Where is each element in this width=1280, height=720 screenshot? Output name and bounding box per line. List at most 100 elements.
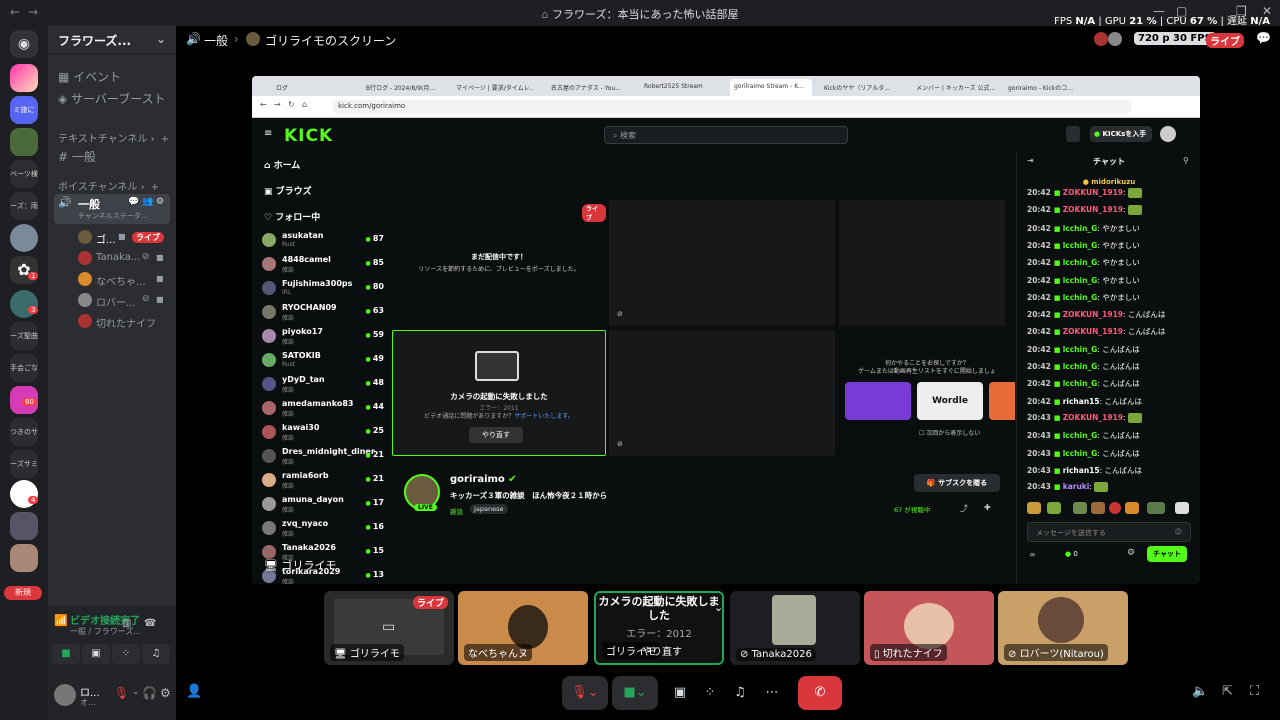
camera-error-tile[interactable]: カメラの起動に失敗しました エラー：2011 ビデオ通話に問題がありますか？サポ… bbox=[392, 330, 606, 456]
browser-tab[interactable]: Robert2525 Stream bbox=[640, 79, 720, 96]
gear-icon[interactable]: ⚙ bbox=[1127, 548, 1135, 558]
close-icon[interactable]: ✕ bbox=[1262, 4, 1272, 18]
more-icon[interactable]: ⋯ bbox=[758, 676, 786, 710]
server-header[interactable]: フラワーズ... ⌄ bbox=[48, 26, 176, 54]
server-icon[interactable] bbox=[10, 64, 38, 92]
following-item[interactable]: amuna_dayon 雑談 17 bbox=[260, 494, 384, 516]
following-item[interactable]: Fujishima300psIRL 80 bbox=[260, 278, 384, 300]
gear-icon[interactable]: ⚙ bbox=[156, 197, 164, 207]
server-icon[interactable] bbox=[10, 128, 38, 156]
noise-icon[interactable]: ▥ bbox=[122, 618, 131, 629]
server-icon[interactable] bbox=[10, 512, 38, 540]
chat-user[interactable]: richan15 bbox=[1063, 397, 1100, 406]
add-channel-icon[interactable]: + bbox=[161, 134, 169, 145]
chat-message[interactable]: 20:43 ■ lcchin_G: こんばんは bbox=[1027, 430, 1140, 441]
fullscreen-icon[interactable]: ⛶ bbox=[1250, 684, 1259, 699]
following-item[interactable]: Dres_midnight_diner 雑談 21 bbox=[260, 446, 384, 468]
text-channel-general[interactable]: # 一般 bbox=[58, 148, 96, 165]
add-channel-icon[interactable]: + bbox=[151, 182, 159, 193]
participant-tile[interactable]: ライブ ▭ 🖥 ゴリライモ bbox=[324, 591, 454, 665]
following-item[interactable]: yDyD_tan 雑談 48 bbox=[260, 374, 384, 396]
participant-tile[interactable]: なべちゃんヌ bbox=[458, 591, 588, 665]
browser-tab[interactable]: マイページ | 要求/タイムレ... bbox=[452, 79, 534, 96]
chat-message[interactable]: 20:43 ■ richan15: こんばんは bbox=[1027, 465, 1142, 476]
boost-link[interactable]: ◈ サーバーブースト bbox=[58, 90, 166, 107]
soundboard-button[interactable]: ♫ bbox=[142, 644, 170, 664]
search-input[interactable]: ⌕ 検索 bbox=[604, 126, 848, 144]
camera-toggle[interactable]: ■ bbox=[52, 644, 80, 664]
participant-tile-speaking[interactable]: カメラの起動に失敗しました エラー：2012 ⌄ 👥 ゴリライモ やり直す bbox=[594, 591, 724, 665]
chat-user[interactable]: ZOKKUN_1919 bbox=[1063, 413, 1123, 422]
shared-screen[interactable]: ログ B行ログ - 2024/8/9(月... マイページ | 要求/タイムレ.… bbox=[252, 76, 1200, 584]
nav-following[interactable]: ♡ フォロー中 bbox=[264, 210, 320, 223]
maximize-icon[interactable]: ▢ bbox=[1176, 4, 1187, 18]
avatar[interactable] bbox=[1160, 126, 1176, 142]
chat-message[interactable]: 20:43 ■ karuki: bbox=[1027, 482, 1109, 493]
chat-user[interactable]: lcchin_G bbox=[1063, 449, 1098, 458]
chat-user[interactable]: lcchin_G bbox=[1063, 362, 1098, 371]
screen-share-button[interactable]: ▣ bbox=[666, 676, 694, 710]
popout-icon[interactable]: ⇱ bbox=[1222, 684, 1233, 699]
leave-call-button[interactable]: ✆ bbox=[798, 676, 842, 710]
game-card[interactable] bbox=[989, 382, 1015, 420]
chat-message[interactable]: 20:43 ■ ZOKKUN_1919: bbox=[1027, 412, 1142, 423]
nav-home[interactable]: ⌂ ホーム bbox=[264, 158, 300, 171]
activities-button[interactable]: ⁘ bbox=[696, 676, 724, 710]
add-person-icon[interactable]: 👤 bbox=[186, 684, 202, 699]
chat-message[interactable]: 20:42 ■ ZOKKUN_1919: bbox=[1027, 188, 1142, 198]
gear-icon[interactable]: ⚙ bbox=[160, 686, 171, 700]
forward-icon[interactable]: → bbox=[274, 100, 281, 109]
chat-user[interactable]: lcchin_G bbox=[1063, 345, 1098, 354]
server-icon[interactable]: 手会ごな bbox=[10, 354, 38, 382]
reload-icon[interactable]: ↻ bbox=[288, 100, 295, 109]
screen-share-button[interactable]: ▣ bbox=[82, 644, 110, 664]
chat-message[interactable]: 20:43 ■ lcchin_G: こんばんは bbox=[1027, 448, 1140, 459]
emote-icon[interactable] bbox=[1125, 502, 1139, 514]
chat-message[interactable]: 20:42 ■ lcchin_G: こんばんは bbox=[1027, 361, 1140, 372]
server-icon[interactable]: ベーツ様 bbox=[10, 160, 38, 188]
category-tag[interactable]: 雑談 bbox=[450, 506, 463, 516]
browser-tab-active[interactable]: gorilraimo Stream - K... bbox=[730, 79, 812, 96]
server-icon[interactable]: つきのサ bbox=[10, 418, 38, 446]
following-item[interactable]: asukatanRust 87 bbox=[260, 230, 384, 252]
home-icon[interactable]: ⌂ bbox=[302, 100, 307, 109]
server-icon[interactable]: ーズ：雨音 bbox=[10, 192, 38, 220]
chat-message[interactable]: 20:42 ■ richan15: こんばんは bbox=[1027, 396, 1142, 407]
signal-icon[interactable]: 📶 bbox=[54, 614, 68, 627]
chat-user[interactable]: lcchin_G bbox=[1063, 431, 1098, 440]
stream-preview-paused[interactable]: ライブ まだ配信中です！ リソースを節約するために、プレビューをポーズしました。 bbox=[392, 200, 606, 326]
chat-user[interactable]: lcchin_G bbox=[1063, 293, 1098, 302]
server-icon[interactable] bbox=[10, 544, 38, 572]
user-settings-icon[interactable]: ⚲ bbox=[1183, 156, 1189, 165]
back-icon[interactable]: ← bbox=[260, 100, 267, 109]
chat-message[interactable]: 20:42 ■ ZOKKUN_1919: こんばんは bbox=[1027, 326, 1165, 337]
server-icon[interactable]: ーズ聖曲 bbox=[10, 322, 38, 350]
participant-tile[interactable]: ⊘ ロバーツ(Nitarou) bbox=[998, 591, 1128, 665]
chat-user[interactable]: ZOKKUN_1919 bbox=[1063, 205, 1123, 214]
emote-icon[interactable] bbox=[1091, 502, 1105, 514]
language-tag[interactable]: Japanese bbox=[470, 504, 508, 514]
loop-icon[interactable]: ∞ bbox=[1029, 550, 1036, 559]
chat-send-button[interactable]: チャット bbox=[1147, 546, 1187, 562]
chat-message[interactable]: 20:42 ■ ZOKKUN_1919: bbox=[1027, 205, 1142, 216]
voice-user[interactable]: ゴ... ■ ライブ bbox=[78, 230, 174, 246]
emote-icon[interactable] bbox=[1047, 502, 1061, 514]
emote-icon[interactable] bbox=[1073, 502, 1087, 514]
chat-message[interactable]: 20:42 ■ lcchin_G: こんばんは bbox=[1027, 344, 1140, 355]
menu-icon[interactable]: ≡ bbox=[264, 128, 272, 139]
activities-button[interactable]: ⁘ bbox=[112, 644, 140, 664]
follow-icon[interactable]: ✚ bbox=[984, 503, 991, 512]
voice-user[interactable]: 切れたナイフ bbox=[78, 314, 174, 330]
chat-message[interactable]: 20:42 ■ lcchin_G: やかましい bbox=[1027, 240, 1140, 251]
chat-message[interactable]: 20:42 ■ ZOKKUN_1919: こんばんは bbox=[1027, 309, 1165, 320]
chat-user[interactable]: lcchin_G bbox=[1063, 379, 1098, 388]
retry-button[interactable]: やり直す bbox=[469, 427, 523, 443]
video-tile[interactable]: ⊘ bbox=[609, 200, 835, 326]
emote-icon[interactable] bbox=[1147, 502, 1165, 514]
voice-channel-general[interactable]: 🔊 一般 チャンネルステータ... 💬 👥 ⚙ bbox=[54, 194, 170, 224]
browser-tab[interactable]: goriraimo - Kickのコ... bbox=[1004, 79, 1088, 96]
video-tile[interactable]: ⊘ bbox=[609, 330, 835, 456]
gift-sub-button[interactable]: 🎁 サブスクを贈る bbox=[914, 474, 1000, 492]
camera-toggle[interactable]: ■⌄ bbox=[612, 676, 658, 710]
voice-category[interactable]: ボイスチャンネル › + bbox=[58, 178, 159, 193]
